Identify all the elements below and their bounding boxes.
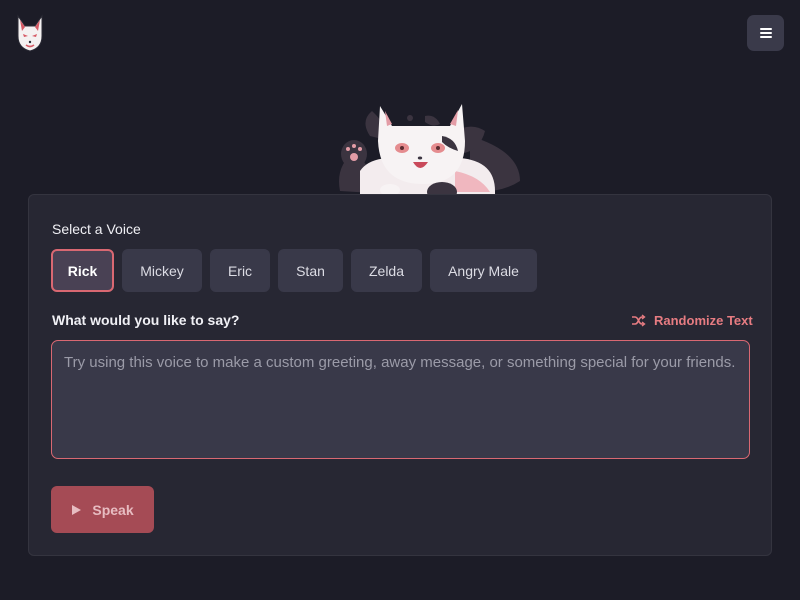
message-label: What would you like to say? — [52, 312, 240, 328]
voice-button-stan[interactable]: Stan — [278, 249, 343, 292]
speak-button[interactable]: Speak — [51, 486, 154, 533]
voice-button-mickey[interactable]: Mickey — [122, 249, 202, 292]
select-voice-label: Select a Voice — [52, 221, 141, 237]
speak-button-label: Speak — [92, 501, 134, 518]
message-textarea[interactable] — [51, 340, 750, 459]
shuffle-icon — [632, 313, 646, 327]
voice-card: Select a Voice Rick Mickey Eric Stan Zel… — [28, 194, 772, 556]
play-icon — [72, 504, 82, 515]
randomize-text-label: Randomize Text — [654, 312, 753, 328]
fox-mask-logo-icon[interactable] — [14, 14, 46, 52]
voice-button-zelda[interactable]: Zelda — [351, 249, 422, 292]
page: Select a Voice Rick Mickey Eric Stan Zel… — [0, 0, 800, 600]
voice-button-angry-male[interactable]: Angry Male — [430, 249, 537, 292]
hamburger-menu-icon — [759, 28, 772, 38]
voice-button-eric[interactable]: Eric — [210, 249, 270, 292]
randomize-text-button[interactable]: Randomize Text — [631, 310, 753, 330]
fox-mascot-illustration — [339, 104, 520, 202]
menu-button[interactable] — [747, 15, 784, 51]
voice-button-rick[interactable]: Rick — [51, 249, 114, 292]
